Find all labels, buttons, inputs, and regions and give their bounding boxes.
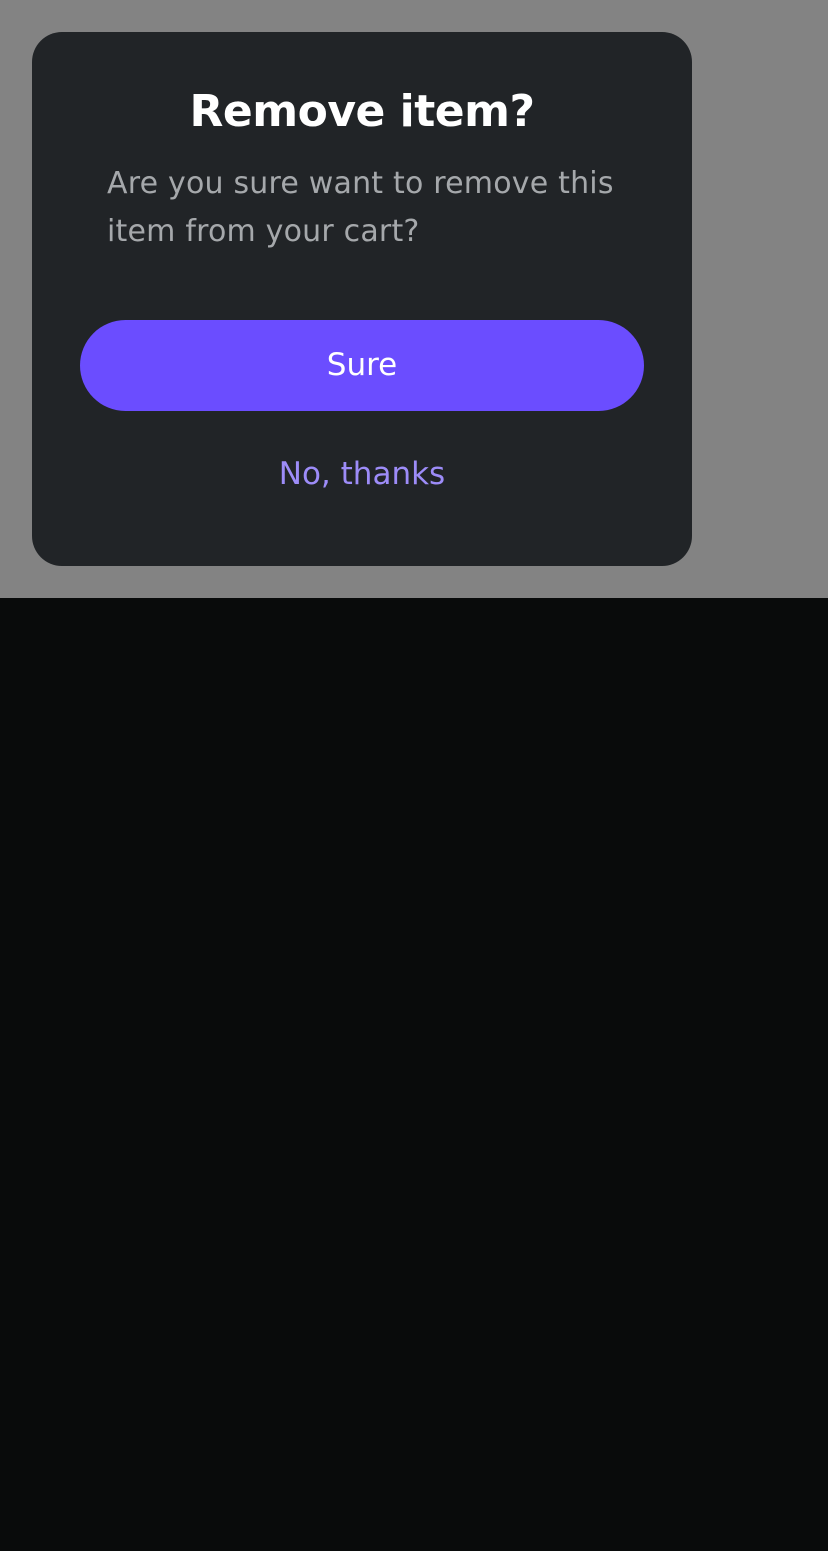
remove-item-dialog: Remove item? Are you sure want to remove… bbox=[32, 32, 692, 566]
no-thanks-button[interactable]: No, thanks bbox=[212, 450, 512, 498]
app-screen-background bbox=[0, 598, 828, 1551]
dialog-title: Remove item? bbox=[189, 86, 535, 137]
dialog-message: Are you sure want to remove this item fr… bbox=[107, 166, 614, 249]
sure-button[interactable]: Sure bbox=[80, 320, 644, 411]
